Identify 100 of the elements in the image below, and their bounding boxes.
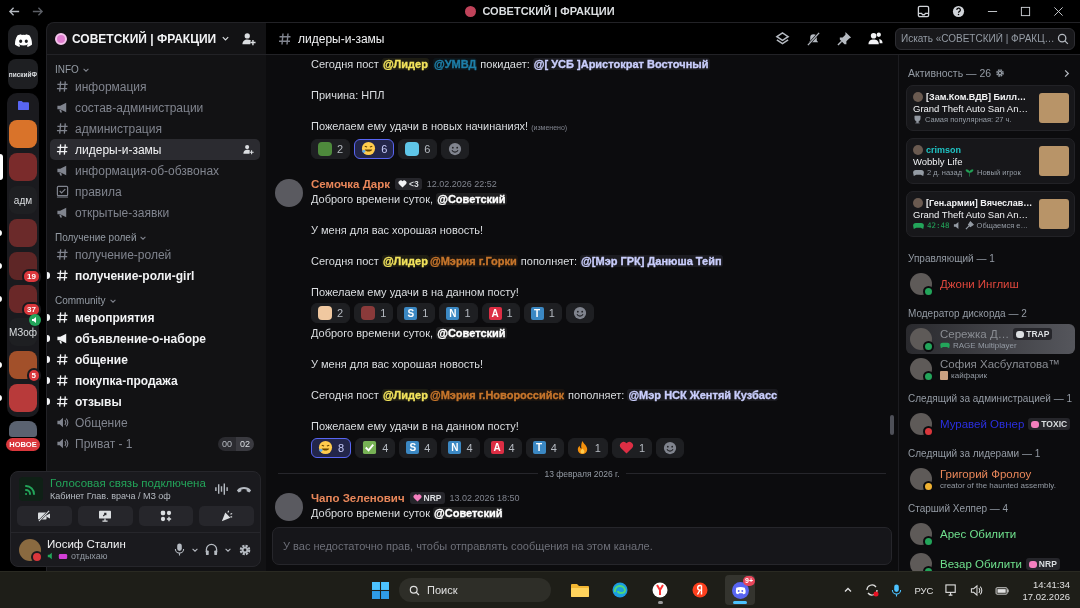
hash-icon <box>56 248 69 261</box>
channel-item[interactable]: администрация <box>50 118 260 139</box>
channel-item[interactable]: лидеры-и-замы <box>50 139 260 160</box>
reaction-button[interactable]: 2 <box>311 303 351 323</box>
channel-item[interactable]: покупка-продажа <box>50 370 260 391</box>
add-reaction-button[interactable] <box>565 303 594 323</box>
reaction-button[interactable]: A 1 <box>481 303 520 323</box>
channel-item[interactable]: открытые-заявки <box>50 202 260 223</box>
server-avatar[interactable] <box>9 351 37 379</box>
channel-item[interactable]: Общение <box>50 412 260 433</box>
search-field[interactable]: Искать «СОВЕТСКИЙ | ФРАКЦ… <box>895 27 1075 50</box>
server-button[interactable]: МЗоф <box>9 318 37 346</box>
members-icon[interactable] <box>868 31 883 46</box>
add-reaction-button[interactable] <box>441 138 470 159</box>
reaction-button[interactable]: N 1 <box>439 303 478 323</box>
taskbar-search-field[interactable]: Поиск <box>399 578 551 602</box>
reaction-button[interactable]: 6 <box>354 138 395 159</box>
settings-icon[interactable] <box>995 68 1006 78</box>
hash-icon <box>56 80 69 93</box>
soundboard-button[interactable] <box>199 506 254 526</box>
microphone-icon[interactable] <box>891 583 903 597</box>
channel-item[interactable]: получение-роли-girl <box>50 265 260 286</box>
waveform-icon[interactable] <box>214 482 229 496</box>
microphone-icon[interactable] <box>174 543 185 556</box>
reaction-button[interactable]: S 4 <box>399 437 438 458</box>
user-avatar[interactable] <box>19 538 41 561</box>
chevron-right-icon[interactable] <box>1062 68 1071 78</box>
home-button[interactable] <box>8 25 38 55</box>
camera-off-button[interactable] <box>17 506 72 526</box>
channel-item[interactable]: объявление-о-наборе <box>50 328 260 349</box>
reaction-button[interactable]: T 4 <box>525 437 564 458</box>
reaction-button[interactable]: 2 <box>311 138 351 159</box>
battery-icon[interactable] <box>995 584 1011 596</box>
author-name[interactable]: Чапо Зеленович <box>311 492 405 504</box>
clock-time[interactable]: 14:41:34 <box>1033 578 1070 590</box>
server-name[interactable]: СОВЕТСКИЙ | ФРАКЦИИ <box>72 31 217 46</box>
add-reaction-button[interactable] <box>656 437 684 458</box>
server-tag[interactable]: NRP <box>409 492 445 504</box>
reaction-button[interactable]: A 4 <box>483 437 522 458</box>
channel-item[interactable]: отзывы <box>50 391 260 412</box>
server-tag[interactable]: <3 <box>395 178 422 190</box>
headphones-icon[interactable] <box>205 543 218 556</box>
channel-item[interactable]: информация <box>50 76 260 97</box>
threads-icon[interactable] <box>775 31 790 46</box>
sync-icon[interactable] <box>865 583 880 597</box>
member-item[interactable]: Джони Инглиш <box>906 269 1075 299</box>
channel-item[interactable]: Приват - 1 00 02 <box>50 433 260 454</box>
add-member-icon[interactable] <box>243 144 254 155</box>
reaction-button[interactable]: 1 <box>354 303 394 323</box>
member-item[interactable]: София Хасбулатова™ кайфарик <box>906 354 1075 384</box>
member-name: Арес Обилити <box>940 528 1017 540</box>
settings-icon[interactable] <box>238 542 252 557</box>
reaction-button[interactable]: 1 <box>567 437 608 458</box>
voice-channel-link[interactable]: Кабинет Глав. врача / МЗ оф <box>50 491 207 501</box>
clock-date[interactable]: 17.02.2026 <box>1022 590 1070 602</box>
channel-item[interactable]: мероприятия <box>50 307 260 328</box>
reaction-button[interactable]: S 1 <box>397 303 436 323</box>
member-item[interactable]: Муравей Овнер TOXIC <box>906 409 1075 439</box>
screen-share-button[interactable] <box>77 506 133 526</box>
network-icon[interactable] <box>945 583 959 597</box>
channel-item[interactable]: общение <box>50 349 260 370</box>
server-avatar[interactable] <box>9 120 37 148</box>
chevron-up-icon[interactable] <box>843 585 854 595</box>
pin-icon[interactable] <box>837 31 852 46</box>
category-label[interactable]: Получение ролей <box>55 232 137 243</box>
channel-item[interactable]: информация-об-обзвонах <box>50 160 260 181</box>
help-icon[interactable] <box>952 4 965 18</box>
reaction-button[interactable]: 1 <box>611 437 652 458</box>
signal-icon[interactable] <box>19 477 43 501</box>
member-item[interactable]: Григорий Фролоу creator of the haunted assembly. <box>906 464 1075 494</box>
server-avatar[interactable] <box>9 252 37 280</box>
reaction-button[interactable]: 4 <box>355 437 396 458</box>
hang-up-icon[interactable] <box>236 484 252 494</box>
category-label[interactable]: INFO <box>55 64 79 75</box>
chevron-down-icon[interactable] <box>221 34 231 43</box>
reaction-button[interactable]: 6 <box>398 138 438 159</box>
maximize-icon[interactable] <box>1020 5 1031 17</box>
server-button[interactable]: адм <box>9 186 37 214</box>
reaction-button[interactable]: T 1 <box>523 303 562 323</box>
member-item[interactable]: Сережка Д… TRAP RAGE Multiplayer <box>906 324 1075 354</box>
user-avatar[interactable] <box>274 492 303 521</box>
close-icon[interactable] <box>1053 5 1064 17</box>
reaction-button[interactable]: N 4 <box>441 437 480 458</box>
letter-emoji: S <box>406 441 420 454</box>
reaction-button[interactable]: 8 <box>311 437 352 458</box>
message-input[interactable]: У вас недостаточно прав, чтобы отправлять сообщения на этом канале. <box>272 527 892 565</box>
member-item[interactable]: Арес Обилити <box>906 519 1075 549</box>
windows-start-icon[interactable] <box>372 581 389 599</box>
author-name[interactable]: Семочка Дарк <box>311 178 391 190</box>
inbox-icon[interactable] <box>917 4 930 18</box>
channel-item[interactable]: состав-администрации <box>50 97 260 118</box>
user-avatar[interactable] <box>274 178 303 207</box>
activities-button[interactable] <box>138 506 194 526</box>
volume-icon[interactable] <box>970 583 984 597</box>
channel-item[interactable]: получение-ролей <box>50 244 260 265</box>
add-member-icon[interactable] <box>242 31 256 46</box>
muted-bell-icon[interactable] <box>806 31 821 46</box>
category-label[interactable]: Community <box>55 295 106 306</box>
language-indicator[interactable]: РУС <box>914 584 934 596</box>
channel-item[interactable]: правила <box>50 181 260 202</box>
